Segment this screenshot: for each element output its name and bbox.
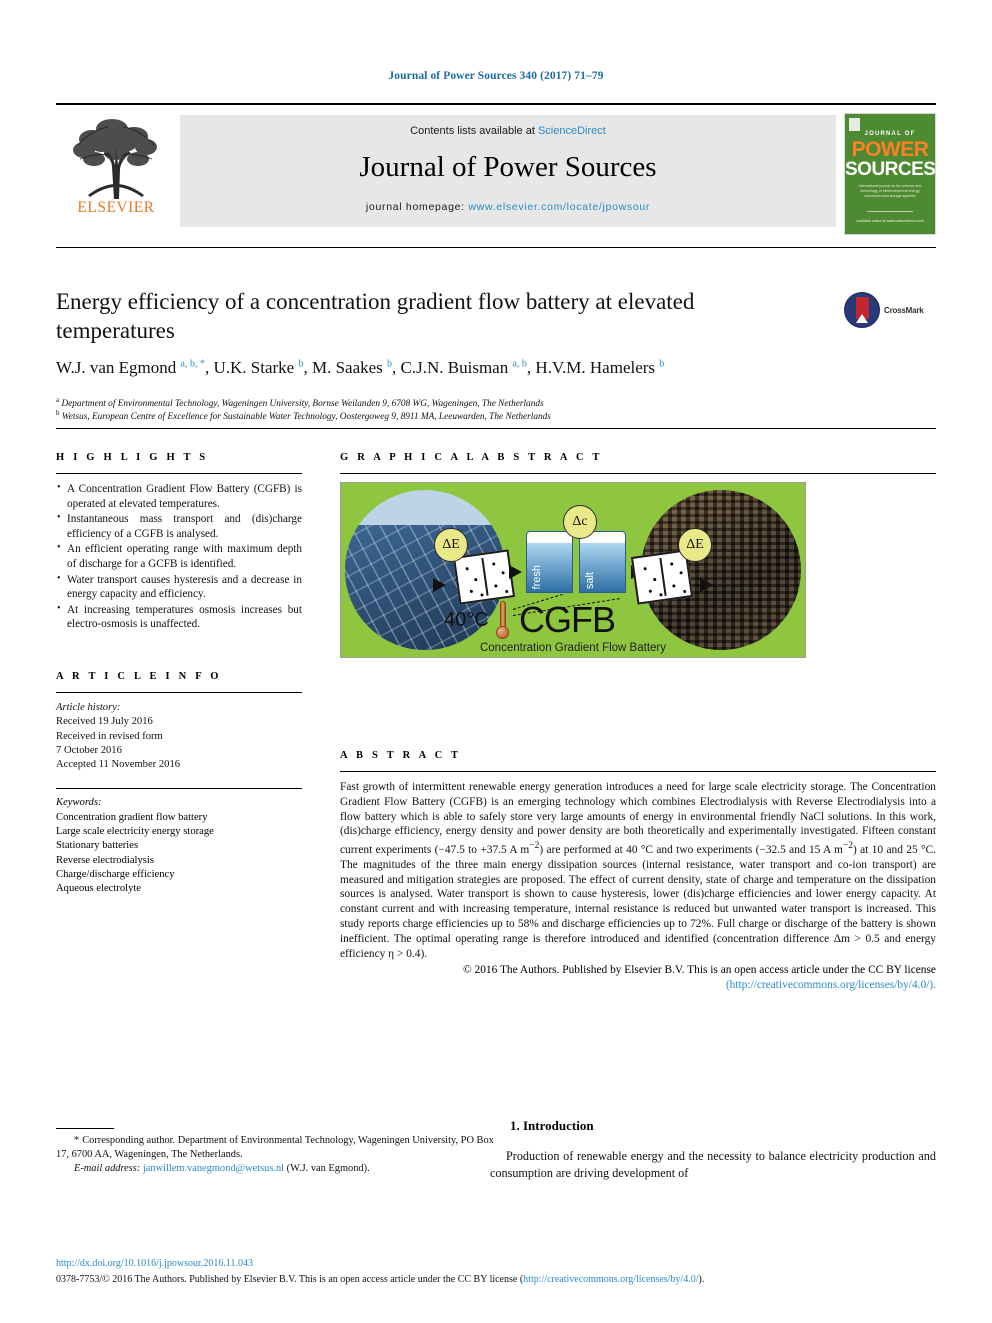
issn-copyright-line: 0378-7753/© 2016 The Authors. Published … [56,1274,936,1285]
revised-label: Received in revised form [56,730,163,742]
abstract-rule [340,771,936,772]
crossmark-icon [844,292,880,328]
graphical-abstract-heading: G R A P H I C A L A B S T R A C T [340,452,603,463]
footnote-rule [56,1128,114,1129]
revised-date: 7 October 2016 [56,744,122,756]
thermometer-icon [496,601,509,639]
elsevier-wordmark: ELSEVIER [77,199,155,216]
article-history: Article history: Received 19 July 2016 R… [56,701,302,772]
article-history-label: Article history: [56,701,121,713]
paper-page: Journal of Power Sources 340 (2017) 71–7… [0,0,992,1323]
cover-line2: POWER [851,138,929,161]
title-bottom-rule [56,428,936,429]
license-url-link[interactable]: (http://creativecommons.org/licenses/by/… [726,979,936,991]
salt-tank: salt [579,531,626,593]
footnote-marker: * [74,1135,80,1146]
keyword-item: Reverse electrodialysis [56,854,154,866]
introduction-heading: 1. Introduction [510,1118,594,1133]
cover-subtitle: International journal on the science and… [858,184,922,198]
email-label: E-mail address: [74,1163,141,1174]
keyword-item: Charge/discharge efficiency [56,868,175,880]
salt-tank-label: salt [584,571,596,589]
fresh-tank: fresh [526,531,573,593]
cgfb-acronym: CGFB [519,599,616,640]
contents-prefix: Contents lists available at [410,125,538,137]
corresponding-author-text: Corresponding author. Department of Envi… [56,1135,494,1160]
journal-cover-thumbnail[interactable]: JOURNAL OF POWER SOURCES International j… [844,113,936,235]
article-info-rule [56,691,302,693]
email-link[interactable]: janwillem.vanegmond@wetsus.nl [143,1163,284,1174]
affiliation-b-text: Wetsus, European Centre of Excellence fo… [61,412,551,423]
cover-footer: Available online at www.sciencedirect.co… [856,219,924,223]
received-date: Received 19 July 2016 [56,716,153,728]
left-column: H I G H L I G H T S A Concentration Grad… [56,452,302,897]
copyright-text: © 2016 The Authors. Published by Elsevie… [463,964,936,977]
journal-title: Journal of Power Sources [359,151,657,183]
footnote-block: * Corresponding author. Department of Env… [56,1134,502,1176]
keyword-item: Large scale electricity energy storage [56,826,214,838]
list-item: At increasing temperatures osmosis incre… [56,602,302,632]
abstract-copyright: © 2016 The Authors. Published by Elsevie… [340,963,936,993]
cover-divider [867,211,913,212]
affiliation-b: b Wetsus, European Centre of Excellence … [56,409,551,423]
elsevier-logo: ELSEVIER [56,111,176,231]
delta-e-badge-right: ΔE [678,528,712,562]
abstract-heading: A B S T R A C T [340,750,462,761]
issn-copyright-text: 0378-7753/© 2016 The Authors. Published … [56,1274,524,1285]
crossmark-badge[interactable]: CrossMark [844,290,936,330]
crossmark-label: CrossMark [884,305,924,315]
keyword-item: Aqueous electrolyte [56,883,142,895]
right-column: G R A P H I C A L A B S T R A C T fresh [340,452,936,993]
keywords-label: Keywords: [56,797,102,809]
doi-link[interactable]: http://dx.doi.org/10.1016/j.jpowsour.201… [56,1258,253,1269]
page-title: Energy efficiency of a concentration gra… [56,289,695,343]
cover-elsevier-icon [849,118,860,131]
keyword-item: Concentration gradient flow battery [56,811,208,823]
keywords-rule [56,788,302,790]
highlights-list: A Concentration Gradient Flow Battery (C… [56,481,302,632]
cover-line3: SOURCES [845,159,936,180]
title-top-rule [56,247,936,248]
highlights-rule [56,473,302,474]
contents-available-line: Contents lists available at ScienceDirec… [180,115,836,137]
email-note: E-mail address: janwillem.vanegmond@wets… [56,1162,502,1176]
flow-arrow-2-icon [509,565,522,579]
delta-c-badge: Δc [563,505,597,539]
corresponding-author-note: * Corresponding author. Department of Env… [56,1134,502,1162]
keyword-item: Stationary batteries [56,840,139,852]
author-list: W.J. van Egmond a, b, *, U.K. Starke b, … [56,358,665,377]
graphical-abstract-figure: fresh salt ΔE Δc ΔE 40°C CGFB Concentrat… [340,482,806,658]
flow-arrow-1-icon [433,578,446,592]
email-suffix: (W.J. van Egmond). [286,1163,370,1174]
keywords-block: Keywords: Concentration gradient flow ba… [56,796,302,896]
article-info-heading: A R T I C L E I N F O [56,670,222,682]
masthead-center: Contents lists available at ScienceDirec… [180,115,836,227]
homepage-url-link[interactable]: www.elsevier.com/locate/jpowsour [468,201,650,213]
footer-license-link[interactable]: http://creativecommons.org/licenses/by/4… [523,1274,698,1285]
elsevier-tree-icon [73,119,157,199]
list-item: Instantaneous mass transport and (dis)ch… [56,511,302,541]
journal-masthead: ELSEVIER Contents lists available at Sci… [56,103,936,235]
flow-arrow-4-icon [700,578,713,592]
highlights-heading: H I G H L I G H T S [56,452,209,463]
cover-line1: JOURNAL OF [864,131,916,137]
list-item: Water transport causes hysteresis and a … [56,572,302,602]
fresh-tank-label: fresh [531,564,543,589]
graphical-abstract-rule [340,473,936,474]
sciencedirect-link[interactable]: ScienceDirect [538,125,606,137]
delta-e-badge-left: ΔE [434,528,468,562]
list-item: A Concentration Gradient Flow Battery (C… [56,481,302,511]
graphical-abstract-caption: Concentration Gradient Flow Battery [479,642,666,654]
accepted-date: Accepted 11 November 2016 [56,759,181,771]
abstract-text: Fast growth of intermittent renewable en… [340,781,936,960]
issn-tail: ). [698,1274,705,1285]
introduction-paragraph: Production of renewable energy and the n… [490,1149,936,1180]
list-item: An efficient operating range with maximu… [56,541,302,571]
temperature-label: 40°C [444,609,489,631]
journal-homepage-line: journal homepage: www.elsevier.com/locat… [180,201,836,213]
homepage-label: journal homepage: [365,201,469,213]
running-head: Journal of Power Sources 340 (2017) 71–7… [388,70,604,82]
